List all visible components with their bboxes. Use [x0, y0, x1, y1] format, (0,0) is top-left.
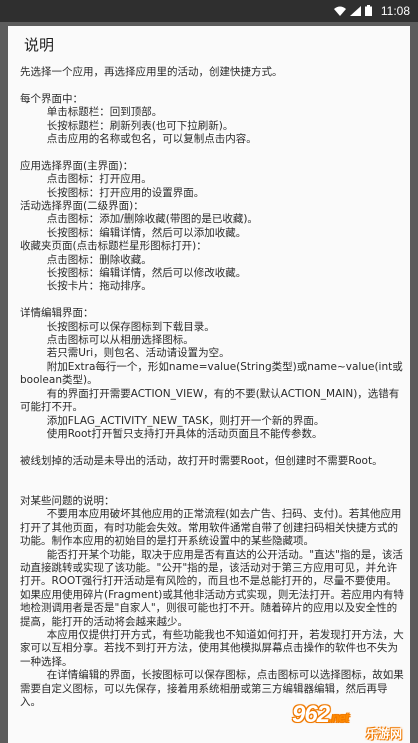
help-content[interactable]: 先选择一个应用，再选择应用里的活动，创建快捷方式。 每个界面中： 单击标题栏：回到…: [20, 66, 404, 743]
signal-icon: [350, 5, 361, 16]
help-line: 对某些问题的说明：: [20, 494, 115, 507]
help-line: 本应用仅提供打开方式，有些功能我也不知道如何打开，若发现打开方法，大家可以互相分…: [20, 628, 404, 668]
watermark-main: 962.net: [292, 701, 404, 728]
help-line: 添加FLAG_ACTIVITY_NEW_TASK，则打开一个新的界面。: [20, 414, 325, 427]
help-line: [20, 294, 404, 307]
help-line: [20, 79, 404, 92]
help-line: 应用选择界面(主界面)：: [20, 159, 134, 172]
help-line: 不要用本应用破坏其他应用的正常流程(如去广告、扫码、支付)。若其他应用打开了其他…: [20, 508, 402, 548]
help-line: 长按卡片：拖动排序。: [20, 280, 152, 293]
help-line: 使用Root打开暂只支持打开具体的活动页面且不能传参数。: [20, 427, 323, 440]
help-dialog: 说明 先选择一个应用，再选择应用里的活动，创建快捷方式。 每个界面中： 单击标题栏…: [8, 26, 410, 743]
help-line: [20, 146, 404, 159]
status-bar: 11:08: [0, 0, 418, 22]
help-line: 单击标题栏：回到顶部。: [20, 106, 163, 119]
help-line: 详情编辑界面：: [20, 307, 94, 320]
help-line: 点击应用的名称或包名，可以复制点击内容。: [20, 133, 257, 146]
watermark-logo: 962.net 乐游网: [292, 701, 404, 741]
help-line: 有的界面打开需要ACTION_VIEW，有的不要(默认ACTION_MAIN)，…: [20, 387, 400, 414]
help-line: 长按图标：打开应用的设置界面。: [20, 186, 205, 199]
status-time: 11:08: [380, 4, 410, 18]
help-line: 每个界面中：: [20, 92, 83, 105]
help-line: 长按图标：编辑详情，然后可以添加收藏。: [20, 226, 247, 239]
help-line: [20, 482, 404, 495]
help-line: 附加Extra每行一个，形如name=value(String类型)或name~…: [20, 360, 403, 387]
help-line: [20, 468, 404, 481]
help-line: 长按标题栏：刷新列表(也可下拉刷新)。: [20, 119, 234, 132]
help-line: 长按图标：编辑详情，然后可以修改收藏。: [20, 267, 247, 280]
dialog-title[interactable]: 说明: [24, 32, 54, 60]
help-line: 活动选择界面(二级界面)：: [20, 200, 144, 213]
help-line: 能否打开某个功能，取决于应用是否有直达的公开活动。"直达"指的是，该活动直接跳转…: [20, 548, 404, 628]
help-line: [20, 441, 404, 454]
help-line: 点击图标：打开应用。: [20, 173, 152, 186]
help-line: 收藏夹页面(点击标题栏星形图标打开)：: [20, 240, 207, 253]
watermark-sub: 乐游网: [365, 727, 402, 741]
help-line: 长按图标可以保存图标到下载目录。: [20, 320, 215, 333]
help-line: 点击图标：添加/删除收藏(带图的是已收藏)。: [20, 213, 258, 226]
help-line: 先选择一个应用，再选择应用里的活动，创建快捷方式。: [20, 66, 283, 78]
battery-icon: [365, 5, 372, 16]
help-line: 若只需Uri，则包名、活动请设置为空。: [20, 347, 230, 360]
wifi-icon: [334, 6, 346, 16]
status-icons: [334, 5, 372, 16]
help-line: 点击图标可以从相册选择图标。: [20, 334, 194, 347]
help-line: 点击图标：删除收藏。: [20, 253, 152, 266]
watermark-suffix: .net: [329, 710, 349, 725]
help-line: 被线划掉的活动是未导出的活动，故打开时需要Root，但创建时不需要Root。: [20, 454, 383, 467]
watermark-number: 962: [292, 701, 330, 728]
